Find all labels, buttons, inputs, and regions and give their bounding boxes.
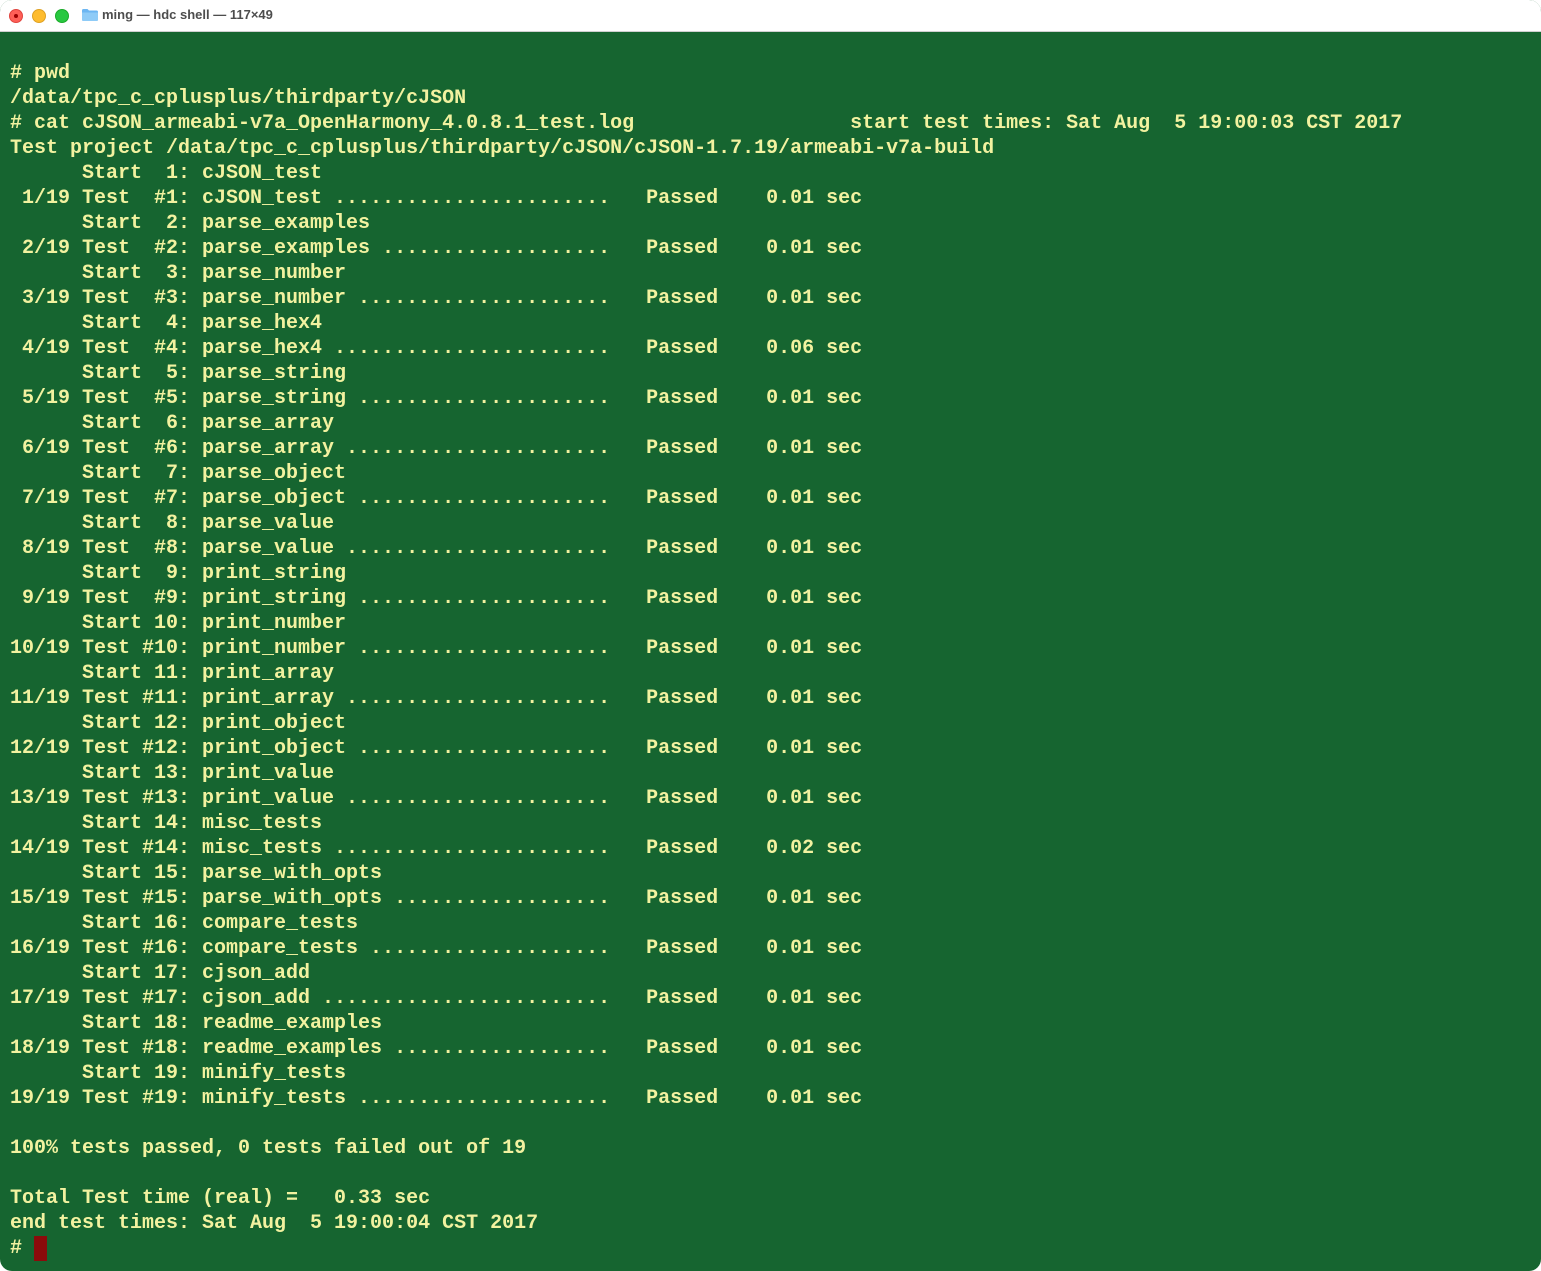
terminal-line: Start 11: print_array xyxy=(10,662,335,685)
terminal-line: 16/19 Test #16: compare_tests ..........… xyxy=(10,937,863,960)
terminal-line: 11/19 Test #11: print_array ............… xyxy=(10,687,863,710)
terminal-line: 14/19 Test #14: misc_tests .............… xyxy=(10,837,863,860)
terminal-line: Start 15: parse_with_opts xyxy=(10,862,383,885)
terminal-line: 13/19 Test #13: print_value ............… xyxy=(10,787,863,810)
title-bar[interactable]: ming — hdc shell — 117×49 xyxy=(0,0,1541,32)
terminal-line: Start 12: print_object xyxy=(10,712,347,735)
terminal-line: Start 1: cJSON_test xyxy=(10,162,323,185)
terminal-line: # pwd xyxy=(10,62,71,85)
terminal-line: Start 2: parse_examples xyxy=(10,212,371,235)
terminal-line: Start 16: compare_tests xyxy=(10,912,359,935)
close-window-button[interactable] xyxy=(9,9,23,23)
prompt-line[interactable]: # xyxy=(10,1236,1541,1261)
terminal-line: 6/19 Test #6: parse_array ..............… xyxy=(10,437,863,460)
zoom-window-button[interactable] xyxy=(55,9,69,23)
terminal-line: 7/19 Test #7: parse_object .............… xyxy=(10,487,863,510)
terminal-line: 2/19 Test #2: parse_examples ...........… xyxy=(10,237,863,260)
terminal-line: Total Test time (real) = 0.33 sec xyxy=(10,1187,431,1210)
terminal-line: 17/19 Test #17: cjson_add ..............… xyxy=(10,987,863,1010)
terminal-line: 1/19 Test #1: cJSON_test ...............… xyxy=(10,187,863,210)
terminal-window: ming — hdc shell — 117×49 # pwd/data/tpc… xyxy=(0,0,1541,1271)
shell-prompt: # xyxy=(10,1237,35,1260)
terminal-line: end test times: Sat Aug 5 19:00:04 CST 2… xyxy=(10,1212,539,1235)
terminal-line: Start 9: print_string xyxy=(10,562,347,585)
terminal-line: 19/19 Test #19: minify_tests ...........… xyxy=(10,1087,863,1110)
terminal-line: Start 13: print_value xyxy=(10,762,335,785)
terminal-line: 15/19 Test #15: parse_with_opts ........… xyxy=(10,887,863,910)
terminal-line: 3/19 Test #3: parse_number .............… xyxy=(10,287,863,310)
terminal-line: Start 18: readme_examples xyxy=(10,1012,383,1035)
terminal-line: 9/19 Test #9: print_string .............… xyxy=(10,587,863,610)
folder-icon xyxy=(82,9,98,21)
terminal-line: Start 6: parse_array xyxy=(10,412,335,435)
terminal-line: 12/19 Test #12: print_object ...........… xyxy=(10,737,863,760)
terminal-line: /data/tpc_c_cplusplus/thirdparty/cJSON xyxy=(10,87,467,110)
terminal-line: Start 3: parse_number xyxy=(10,262,347,285)
terminal-line: Test project /data/tpc_c_cplusplus/third… xyxy=(10,137,995,160)
text-cursor xyxy=(34,1236,48,1261)
terminal-output[interactable]: # pwd/data/tpc_c_cplusplus/thirdparty/cJ… xyxy=(10,61,1541,1271)
terminal-line: Start 19: minify_tests xyxy=(10,1062,347,1085)
terminal-line: 8/19 Test #8: parse_value ..............… xyxy=(10,537,863,560)
terminal-line: 10/19 Test #10: print_number ...........… xyxy=(10,637,863,660)
terminal-line: Start 17: cjson_add xyxy=(10,962,311,985)
terminal-line: Start 7: parse_object xyxy=(10,462,347,485)
window-title: ming — hdc shell — 117×49 xyxy=(102,7,273,22)
terminal-line: 100% tests passed, 0 tests failed out of… xyxy=(10,1137,527,1160)
terminal-line: Start 4: parse_hex4 xyxy=(10,312,323,335)
terminal-line: # cat cJSON_armeabi-v7a_OpenHarmony_4.0.… xyxy=(10,112,1403,135)
minimize-window-button[interactable] xyxy=(32,9,46,23)
terminal-line: Start 10: print_number xyxy=(10,612,347,635)
terminal-line: Start 14: misc_tests xyxy=(10,812,323,835)
terminal-line: Start 5: parse_string xyxy=(10,362,347,385)
terminal-line: 5/19 Test #5: parse_string .............… xyxy=(10,387,863,410)
terminal-line: 4/19 Test #4: parse_hex4 ...............… xyxy=(10,337,863,360)
terminal-line: 18/19 Test #18: readme_examples ........… xyxy=(10,1037,863,1060)
terminal-line: Start 8: parse_value xyxy=(10,512,335,535)
